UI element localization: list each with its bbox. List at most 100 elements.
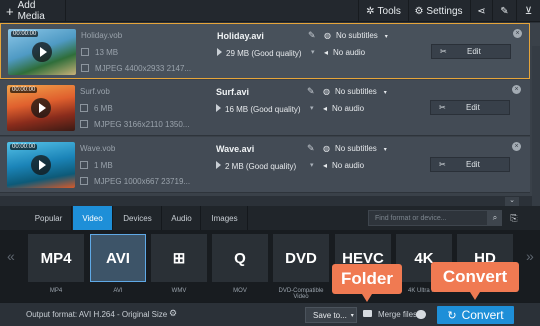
file-list: 00:00:00 Holiday.vob 13 MB MJPEG 4400x2933 … — [0, 23, 540, 219]
edit-button[interactable]: ✂ Edit — [430, 157, 510, 172]
source-file-meta: MJPEG 4400x2933 2147... — [81, 64, 191, 73]
video-thumbnail[interactable]: 00:00:00 — [8, 29, 76, 75]
collapse-chevron-icon[interactable]: ⌄ — [505, 197, 519, 206]
settings-button[interactable]: ⚙ Settings — [408, 0, 468, 22]
format-icon: ⊞ — [172, 250, 186, 267]
tab-devices[interactable]: Devices — [114, 206, 162, 230]
format-wmv-button[interactable]: ⊞ — [151, 234, 207, 282]
duration-badge: 00:00:00 — [10, 144, 38, 150]
film-icon — [81, 64, 89, 72]
file-icon — [80, 161, 88, 169]
output-format-label: Output format: AVI H.264 - Original Size — [26, 310, 168, 319]
audio-dropdown[interactable]: ◂ No audio — [323, 161, 364, 170]
format-label: AVI — [113, 288, 123, 294]
format-icon: MP4 — [40, 249, 72, 267]
subtitles-dropdown[interactable]: ◍ No subtitles ▾ — [324, 31, 388, 40]
search-icon[interactable]: ⌕ — [488, 210, 502, 226]
chevron-down-icon: ▾ — [350, 312, 354, 319]
format-icon: AVI — [106, 249, 130, 267]
output-file-name: Surf.avi — [216, 87, 250, 97]
merge-files-toggle[interactable] — [416, 310, 426, 319]
source-file-size: 13 MB — [81, 48, 118, 57]
output-file-size[interactable]: 29 MB (Good quality) — [217, 48, 302, 58]
detect-device-icon[interactable]: ⎘ — [506, 210, 522, 226]
edit-button[interactable]: ✂ Edit — [430, 100, 510, 115]
quality-dropdown-icon[interactable]: ▾ — [311, 48, 315, 56]
file-row[interactable]: 00:00:00 Surf.vob 6 MB MJPEG 3166x2110 1350… — [0, 80, 530, 136]
top-toolbar: + Add Media ✲ Tools ⚙ Settings ⋖ ✎ ⊻ — [0, 0, 540, 22]
play-icon[interactable] — [31, 98, 51, 118]
file-icon — [80, 104, 88, 112]
tab-audio[interactable]: Audio — [163, 206, 201, 230]
video-thumbnail[interactable]: 00:00:00 — [7, 142, 75, 188]
tools-button[interactable]: ✲ Tools — [358, 0, 408, 22]
duration-badge: 00:00:00 — [11, 31, 39, 37]
format-label: MP4 — [49, 288, 63, 294]
share-icon: ⋖ — [477, 5, 486, 17]
format-label: WMV — [171, 288, 187, 294]
rename-pencil-icon[interactable]: ✎ — [307, 86, 315, 97]
tools-wrench-button[interactable]: ✎ — [492, 0, 516, 22]
folder-callout-text: Folder — [341, 269, 393, 288]
file-icon — [81, 48, 89, 56]
output-file-name: Holiday.avi — [217, 31, 264, 41]
output-settings-gear-icon[interactable]: ⚙ — [169, 308, 177, 319]
remove-file-icon[interactable]: × — [512, 142, 521, 151]
merge-files-label: Merge files: — [378, 310, 420, 319]
format-label: MOV — [233, 288, 247, 294]
convert-callout: Convert — [431, 262, 519, 300]
tab-images[interactable]: Images — [202, 206, 248, 230]
file-row[interactable]: 00:00:00 Wave.vob 1 MB MJPEG 1000x667 23719… — [0, 137, 530, 193]
tab-popular[interactable]: Popular — [26, 206, 72, 230]
video-thumbnail[interactable]: 00:00:00 — [7, 85, 75, 131]
source-file-meta: MJPEG 1000x667 23719... — [80, 177, 190, 186]
scissors-icon: ✂ — [439, 160, 446, 169]
folder-icon[interactable] — [363, 310, 372, 317]
save-to-dropdown[interactable]: Save to... ▾ — [305, 307, 357, 323]
plus-icon: + — [6, 3, 14, 19]
quality-dropdown-icon[interactable]: ▾ — [310, 104, 314, 112]
save-to-label: Save to... — [313, 310, 347, 320]
cart-button[interactable]: ⊻ — [516, 0, 540, 22]
format-avi-button[interactable]: AVI — [90, 234, 146, 282]
remove-file-icon[interactable]: × — [513, 29, 522, 38]
scrollbar[interactable] — [532, 46, 540, 219]
quality-dropdown-icon[interactable]: ▾ — [310, 161, 314, 169]
file-row[interactable]: 00:00:00 Holiday.vob 13 MB MJPEG 4400x2933 … — [0, 23, 530, 79]
rename-pencil-icon[interactable]: ✎ — [308, 30, 316, 41]
subtitles-dropdown[interactable]: ◍ No subtitles ▾ — [323, 144, 387, 153]
scissors-icon: ✂ — [439, 103, 446, 112]
share-button[interactable]: ⋖ — [470, 0, 492, 22]
arrow-right-icon — [217, 48, 222, 56]
output-file-size[interactable]: 16 MB (Good quality) — [216, 104, 301, 114]
play-icon[interactable] — [32, 42, 52, 62]
format-label: DVD-Compatible Video — [278, 288, 324, 300]
format-icon: DVD — [285, 249, 317, 267]
convert-button[interactable]: ↻ Convert — [437, 306, 514, 324]
add-media-button[interactable]: + Add Media — [0, 0, 66, 22]
speaker-icon: ◂ — [323, 104, 328, 113]
scissors-icon: ✂ — [440, 47, 447, 56]
tab-video[interactable]: Video — [73, 206, 113, 230]
scroll-right-icon[interactable]: » — [526, 248, 534, 264]
subtitles-dropdown[interactable]: ◍ No subtitles ▾ — [323, 87, 387, 96]
play-icon[interactable] — [31, 155, 51, 175]
remove-file-icon[interactable]: × — [512, 85, 521, 94]
source-file-size: 6 MB — [80, 104, 113, 113]
audio-dropdown[interactable]: ◂ No audio — [324, 48, 365, 57]
format-mp4-button[interactable]: MP4 — [28, 234, 84, 282]
scroll-left-icon[interactable]: « — [7, 248, 15, 264]
rename-pencil-icon[interactable]: ✎ — [307, 143, 315, 154]
source-file-name: Wave.vob — [80, 144, 116, 153]
source-file-name: Holiday.vob — [81, 31, 123, 40]
audio-dropdown[interactable]: ◂ No audio — [323, 104, 364, 113]
tools-label: Tools — [377, 5, 401, 17]
format-dvd-compatible-video-button[interactable]: DVD — [273, 234, 329, 282]
format-mov-button[interactable]: Q — [212, 234, 268, 282]
output-file-name: Wave.avi — [216, 144, 255, 154]
format-search-input[interactable]: Find format or device... — [368, 210, 488, 226]
source-file-name: Surf.vob — [80, 87, 110, 96]
edit-button[interactable]: ✂ Edit — [431, 44, 511, 59]
convert-callout-text: Convert — [442, 267, 508, 286]
output-file-size[interactable]: 2 MB (Good quality) — [216, 161, 296, 171]
